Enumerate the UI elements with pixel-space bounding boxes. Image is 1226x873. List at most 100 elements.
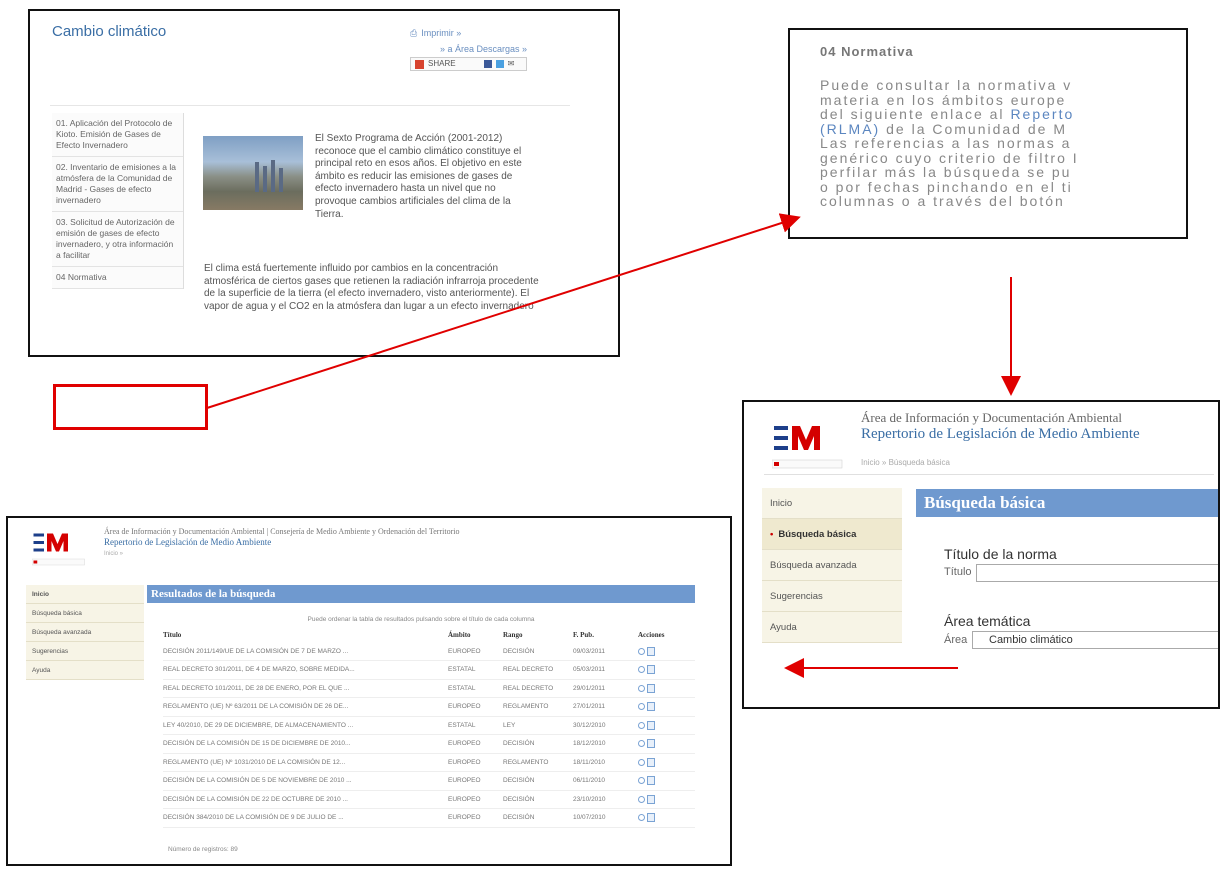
side-nav-item-kioto[interactable]: 01. Aplicación del Protocolo de Kioto. E… [52,113,183,157]
view-icon[interactable] [638,666,645,674]
cell-rango: DECISIÓN [503,642,573,661]
area-select[interactable]: Cambio climático [972,631,1218,649]
cell-rango: LEY [503,716,573,735]
org-name: Área de Información y Documentación Ambi… [861,410,1122,425]
text-line: columnas o a través del botón [820,193,1065,209]
view-icon[interactable] [638,703,645,711]
view-icon[interactable] [638,777,645,785]
view-icon[interactable] [638,758,645,766]
document-icon[interactable] [647,702,655,712]
nav-busqueda-basica[interactable]: Búsqueda básica [26,604,144,623]
print-link[interactable]: ⎙ Imprimir » [410,25,527,41]
cell-ambito: ESTATAL [448,679,503,698]
side-nav-item-normativa[interactable]: 04 Normativa [52,267,183,289]
cell-titulo: DECISIÓN DE LA COMISIÓN DE 22 DE OCTUBRE… [163,790,448,809]
cell-rango: REGLAMENTO [503,753,573,772]
cell-titulo: DECISIÓN DE LA COMISIÓN DE 15 DE DICIEMB… [163,734,448,754]
cell-rango: REAL DECRETO [503,679,573,698]
table-row[interactable]: REGLAMENTO (UE) Nº 1031/2010 DE LA COMIS… [163,753,695,772]
table-row[interactable]: REAL DECRETO 101/2011, DE 28 DE ENERO, P… [163,679,695,698]
cell-acciones [638,716,695,735]
col-titulo[interactable]: Título [163,628,448,642]
cell-titulo: DECISIÓN DE LA COMISIÓN DE 5 DE NOVIEMBR… [163,771,448,791]
share-button[interactable]: SHARE ✉ [410,57,528,71]
table-row[interactable]: REAL DECRETO 301/2011, DE 4 DE MARZO, SO… [163,660,695,680]
table-row[interactable]: DECISIÓN 2011/149/UE DE LA COMISIÓN DE 7… [163,642,695,661]
view-icon[interactable] [638,740,645,748]
breadcrumb[interactable]: Inicio » Búsqueda básica [861,458,950,467]
cell-titulo: REGLAMENTO (UE) Nº 63/2011 DE LA COMISIÓ… [163,697,448,717]
text-line: materia en los ámbitos europe [820,91,1067,108]
view-icon[interactable] [638,721,645,729]
site-name[interactable]: Repertorio de Legislación de Medio Ambie… [104,537,271,547]
title-input[interactable] [976,564,1218,582]
nav-inicio[interactable]: Inicio [26,585,144,604]
cell-titulo: REAL DECRETO 101/2011, DE 28 DE ENERO, P… [163,679,448,698]
cell-fecha: 27/01/2011 [573,697,638,717]
cell-fecha: 10/07/2010 [573,808,638,828]
cell-acciones [638,808,695,828]
nav-ayuda[interactable]: Ayuda [26,661,144,680]
side-nav-item-autorizacion[interactable]: 03. Solicitud de Autorización de emisión… [52,212,183,267]
cell-ambito: EUROPEO [448,734,503,754]
col-ambito[interactable]: Ámbito [448,628,503,642]
document-icon[interactable] [647,776,655,786]
document-icon[interactable] [647,739,655,749]
table-row[interactable]: REGLAMENTO (UE) Nº 63/2011 DE LA COMISIÓ… [163,697,695,717]
cell-fecha: 05/03/2011 [573,660,638,680]
title-section-heading: Título de la norma [944,546,1057,562]
cell-ambito: EUROPEO [448,790,503,809]
text-line: (RLMA) de la Comunidad de M [820,120,1067,137]
cell-acciones [638,642,695,661]
page-title: Cambio climático [52,23,167,40]
cell-titulo: REGLAMENTO (UE) Nº 1031/2010 DE LA COMIS… [163,753,448,772]
org-name: Área de Información y Documentación Ambi… [104,527,460,536]
nav-busqueda-basica[interactable]: Búsqueda básica [762,519,902,550]
normativa-zoom-screenshot: 04 Normativa Puede consultar la normativ… [788,28,1188,239]
nav-busqueda-avanzada[interactable]: Búsqueda avanzada [762,550,902,581]
col-fecha[interactable]: F. Pub. [573,628,638,642]
document-icon[interactable] [647,720,655,730]
intro-paragraph: El Sexto Programa de Acción (2001-2012) … [315,133,522,220]
section-heading: 04 Normativa [820,44,914,59]
area-section-heading: Área temática [944,613,1031,629]
document-icon[interactable] [647,794,655,804]
view-icon[interactable] [638,795,645,803]
document-icon[interactable] [647,813,655,823]
cell-titulo: DECISIÓN 2011/149/UE DE LA COMISIÓN DE 7… [163,642,448,661]
cell-acciones [638,790,695,809]
site-name[interactable]: Repertorio de Legislación de Medio Ambie… [861,426,1140,443]
text-line: Las referencias a las normas a [820,135,1072,151]
side-nav-item-inventario[interactable]: 02. Inventario de emisiones a la atmósfe… [52,157,183,212]
view-icon[interactable] [638,684,645,692]
table-row[interactable]: DECISIÓN 384/2010 DE LA COMISIÓN DE 9 DE… [163,808,695,828]
table-row[interactable]: DECISIÓN DE LA COMISIÓN DE 15 DE DICIEMB… [163,734,695,754]
nav-ayuda[interactable]: Ayuda [762,612,902,643]
nav-busqueda-avanzada[interactable]: Búsqueda avanzada [26,623,144,642]
cell-ambito: EUROPEO [448,642,503,661]
col-acciones: Acciones [638,631,665,639]
nav-sugerencias[interactable]: Sugerencias [26,642,144,661]
document-icon[interactable] [647,665,655,675]
view-icon[interactable] [638,647,645,655]
col-rango[interactable]: Rango [503,628,573,642]
title-label: Título [944,566,972,578]
downloads-link[interactable]: » a Área Descargas » [410,41,527,57]
view-icon[interactable] [638,814,645,822]
nav-sugerencias[interactable]: Sugerencias [762,581,902,612]
table-row[interactable]: DECISIÓN DE LA COMISIÓN DE 22 DE OCTUBRE… [163,790,695,809]
comunidad-madrid-logo [31,532,92,573]
table-row[interactable]: LEY 40/2010, DE 29 DE DICIEMBRE, DE ALMA… [163,716,695,735]
page-tools: ⎙ Imprimir » » a Área Descargas » SHARE ✉ [410,25,528,71]
cell-rango: DECISIÓN [503,734,573,754]
document-icon[interactable] [647,757,655,767]
page-banner: Búsqueda básica [916,489,1218,517]
document-icon[interactable] [647,646,655,656]
document-icon[interactable] [647,683,655,693]
cell-ambito: ESTATAL [448,716,503,735]
breadcrumb[interactable]: Inicio » [104,551,123,557]
cell-ambito: EUROPEO [448,753,503,772]
table-row[interactable]: DECISIÓN DE LA COMISIÓN DE 5 DE NOVIEMBR… [163,771,695,791]
nav-inicio[interactable]: Inicio [762,488,902,519]
cell-acciones [638,660,695,680]
